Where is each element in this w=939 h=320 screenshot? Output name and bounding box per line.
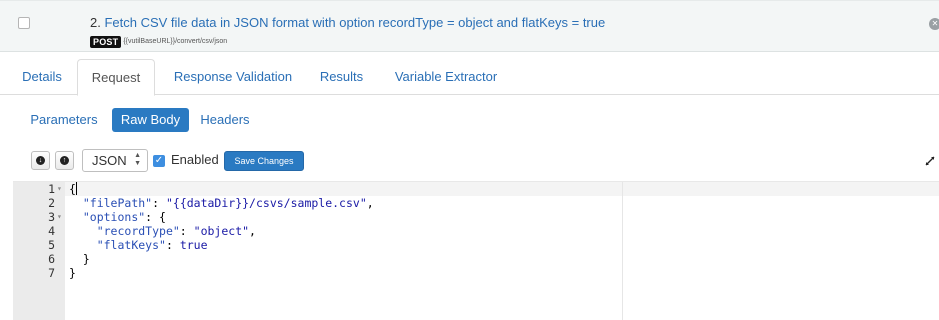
code-token: : bbox=[152, 196, 166, 210]
code-token: "object" bbox=[193, 224, 250, 238]
code-line[interactable]: "flatKeys": true bbox=[69, 238, 208, 252]
line-number: 3 bbox=[48, 210, 55, 224]
subtab-headers[interactable]: Headers bbox=[194, 108, 256, 132]
code-token: } bbox=[69, 266, 76, 280]
move-up-button[interactable]: ↑ bbox=[55, 151, 74, 170]
code-line[interactable]: } bbox=[69, 266, 76, 280]
code-token: , bbox=[366, 196, 374, 210]
code-token: "recordType" bbox=[96, 224, 180, 238]
enabled-label: Enabled bbox=[171, 152, 219, 167]
code-line[interactable]: "filePath": "{{dataDir}}/csvs/sample.csv… bbox=[69, 196, 374, 210]
test-step-panel: 2. Fetch CSV file data in JSON format wi… bbox=[0, 0, 939, 320]
code-token: : bbox=[165, 238, 180, 252]
code-editor[interactable]: 1 ▾ 2 3 ▾ 4 5 6 7 { "filePath": "{{dataDir}}/csv… bbox=[13, 181, 939, 320]
code-line[interactable]: "options": { bbox=[69, 210, 166, 224]
select-arrows-icon: ▲ ▼ bbox=[134, 152, 141, 167]
step-title[interactable]: 2. Fetch CSV file data in JSON format wi… bbox=[90, 15, 605, 30]
code-token: "flatKeys" bbox=[96, 238, 166, 252]
code-line[interactable]: { bbox=[69, 182, 77, 196]
close-icon[interactable]: ✕ bbox=[929, 18, 939, 30]
code-token: { bbox=[69, 182, 76, 196]
line-number: 7 bbox=[48, 266, 55, 280]
request-line: POST {{vutilBaseURL}}/convert/csv/json bbox=[90, 35, 227, 48]
line-number: 6 bbox=[48, 252, 55, 266]
enabled-checkbox[interactable]: ✓ bbox=[153, 155, 165, 167]
code-token: "options" bbox=[82, 210, 146, 224]
tab-results[interactable]: Results bbox=[310, 59, 373, 95]
subtab-raw-body[interactable]: Raw Body bbox=[112, 108, 189, 132]
subtab-parameters[interactable]: Parameters bbox=[19, 108, 109, 132]
code-token: } bbox=[69, 252, 90, 266]
active-line-highlight bbox=[65, 182, 939, 196]
code-token: true bbox=[179, 238, 208, 252]
text-cursor bbox=[75, 182, 77, 195]
arrow-up-icon: ↑ bbox=[60, 156, 69, 165]
http-method-badge: POST bbox=[90, 35, 122, 48]
line-number: 5 bbox=[48, 238, 55, 252]
print-margin bbox=[622, 182, 623, 320]
tab-request[interactable]: Request bbox=[77, 59, 155, 96]
step-select-checkbox[interactable] bbox=[18, 17, 30, 29]
expand-icon[interactable] bbox=[924, 155, 936, 167]
arrow-down-icon: ↓ bbox=[36, 156, 45, 165]
code-token: : bbox=[179, 224, 194, 238]
code-token: : { bbox=[145, 210, 166, 224]
fold-toggle-icon[interactable]: ▾ bbox=[57, 182, 62, 196]
fold-toggle-icon[interactable]: ▾ bbox=[57, 210, 62, 224]
code-token: "filePath" bbox=[82, 196, 153, 210]
line-number: 4 bbox=[48, 224, 55, 238]
code-line[interactable]: } bbox=[69, 252, 90, 266]
step-number: 2. bbox=[90, 15, 101, 30]
tab-details[interactable]: Details bbox=[9, 59, 75, 95]
line-number: 2 bbox=[48, 196, 55, 210]
code-token: "{{dataDir}}/csvs/sample.csv" bbox=[165, 196, 367, 210]
body-format-select[interactable]: JSON ▲ ▼ bbox=[82, 149, 148, 172]
save-changes-button[interactable]: Save Changes bbox=[224, 151, 304, 171]
line-number: 1 bbox=[48, 182, 55, 196]
request-url: {{vutilBaseURL}}/convert/csv/json bbox=[123, 38, 228, 45]
body-format-value: JSON bbox=[92, 153, 127, 168]
step-tabs: Details Request Response Validation Resu… bbox=[0, 59, 939, 96]
tab-variable-extractor[interactable]: Variable Extractor bbox=[380, 59, 512, 95]
move-down-button[interactable]: ↓ bbox=[31, 151, 50, 170]
step-header: 2. Fetch CSV file data in JSON format wi… bbox=[0, 0, 939, 52]
tab-response-validation[interactable]: Response Validation bbox=[160, 59, 306, 95]
code-line[interactable]: "recordType": "object", bbox=[69, 224, 256, 238]
step-title-text: Fetch CSV file data in JSON format with … bbox=[104, 15, 606, 30]
editor-gutter: 1 ▾ 2 3 ▾ 4 5 6 7 bbox=[13, 182, 65, 320]
code-token: , bbox=[249, 224, 256, 238]
